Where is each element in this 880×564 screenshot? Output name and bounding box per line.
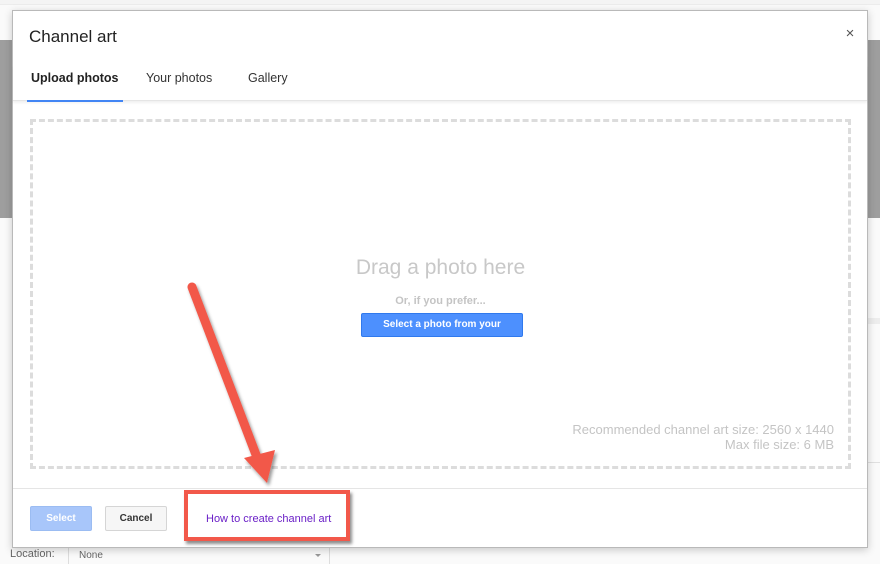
chevron-down-icon — [315, 554, 321, 557]
dialog-footer: Select Cancel How to create channel art — [13, 488, 867, 548]
background-top-strip — [0, 0, 880, 5]
background-banner — [868, 40, 880, 218]
background-banner — [0, 40, 12, 218]
location-label: Location: — [10, 548, 55, 560]
close-icon[interactable]: × — [843, 26, 857, 41]
location-select[interactable]: None — [68, 548, 330, 564]
channel-art-dialog: Channel art × Upload photos Your photos … — [12, 10, 868, 548]
cancel-button[interactable]: Cancel — [105, 506, 167, 531]
select-button[interactable]: Select — [30, 506, 92, 531]
background-divider — [868, 318, 880, 324]
tab-bar: Upload photos Your photos Gallery — [13, 65, 867, 102]
select-photo-from-computer-button[interactable]: Select a photo from your computer — [361, 313, 523, 352]
dropzone-title: Drag a photo here — [355, 256, 526, 279]
tab-gallery[interactable]: Gallery — [248, 71, 288, 101]
photo-dropzone[interactable]: Drag a photo here Or, if you prefer... S… — [30, 119, 851, 469]
size-requirements: Recommended channel art size: 2560 x 144… — [572, 422, 834, 452]
tab-upload-photos[interactable]: Upload photos — [27, 71, 122, 102]
dialog-title: Channel art — [29, 27, 117, 46]
tab-your-photos[interactable]: Your photos — [146, 71, 212, 101]
recommended-size-text: Recommended channel art size: 2560 x 144… — [572, 422, 834, 437]
how-to-create-channel-art-link[interactable]: How to create channel art — [206, 513, 331, 525]
dropzone-subtitle: Or, if you prefer... — [395, 295, 486, 307]
location-select-value: None — [79, 550, 103, 561]
max-file-size-text: Max file size: 6 MB — [724, 437, 834, 452]
background-divider — [868, 462, 880, 463]
